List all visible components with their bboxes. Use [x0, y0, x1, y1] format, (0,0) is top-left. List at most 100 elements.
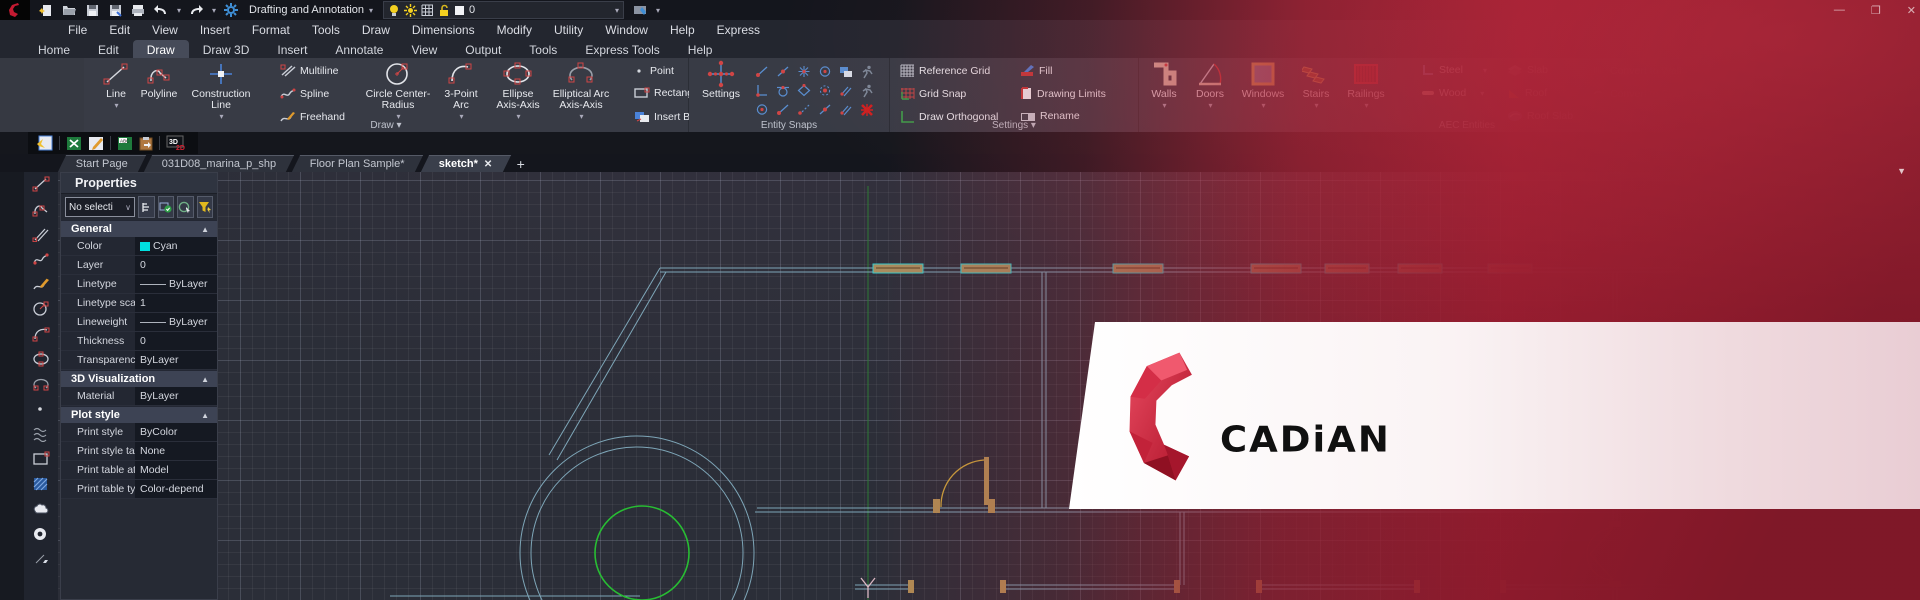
point-tool-icon[interactable] — [32, 399, 50, 419]
menu-item-view[interactable]: View — [142, 21, 188, 39]
menu-item-dimensions[interactable]: Dimensions — [402, 21, 485, 39]
multiline-button[interactable]: Multiline — [280, 64, 339, 77]
property-list-button[interactable] — [138, 196, 155, 218]
section-line-button[interactable]: Section Line — [1705, 64, 1780, 77]
construction-line-button[interactable]: Construction Line ▾ — [182, 61, 260, 122]
slab-button[interactable]: Slab — [1507, 64, 1548, 76]
filter-button[interactable] — [197, 196, 214, 218]
helix-tool-icon[interactable] — [32, 424, 50, 444]
undo-icon[interactable] — [153, 3, 169, 17]
quick-select-button[interactable] — [158, 196, 175, 218]
canvas-nav-pill[interactable] — [1853, 187, 1910, 198]
snap-apparent-intersection-icon[interactable] — [772, 100, 793, 119]
rectangle-tool-icon[interactable] — [32, 449, 50, 469]
3d-to-2d-icon[interactable]: 3D2D — [166, 135, 190, 151]
donut-tool-icon[interactable] — [32, 524, 50, 544]
line-button[interactable]: Line ▾ — [98, 61, 134, 111]
layer-on-bulb-icon[interactable] — [388, 4, 400, 17]
freehand-tool-icon[interactable] — [32, 274, 50, 294]
selection-type-dropdown[interactable]: No selecti ∨ — [65, 197, 135, 217]
circle-tool-icon[interactable] — [32, 299, 50, 319]
revision-cloud-tool-icon[interactable] — [32, 499, 50, 519]
property-row[interactable]: Thickness0 — [61, 332, 217, 351]
ribbon-tab-express-tools[interactable]: Express Tools — [571, 40, 673, 58]
menu-item-modify[interactable]: Modify — [487, 21, 542, 39]
snap-perpendicular-icon[interactable] — [751, 81, 772, 100]
drawing-limits-button[interactable]: Drawing Limits — [1020, 87, 1106, 100]
ribbon-tab-home[interactable]: Home — [24, 40, 84, 58]
menu-item-edit[interactable]: Edit — [99, 21, 140, 39]
collapse-icon[interactable]: ▲ — [201, 225, 209, 234]
spline-tool-icon[interactable] — [32, 249, 50, 269]
ribbon-tab-edit[interactable]: Edit — [84, 40, 133, 58]
entity-snaps-panel-label[interactable]: Entity Snaps — [689, 120, 889, 131]
snap-insert-icon[interactable] — [835, 62, 856, 81]
menu-item-utility[interactable]: Utility — [544, 21, 593, 39]
property-row[interactable]: Print style tableNone — [61, 442, 217, 461]
ribbon-tab-draw-3d[interactable]: Draw 3D — [189, 40, 264, 58]
property-row[interactable]: Print table typeColor-depend — [61, 480, 217, 499]
multiline-tool-icon[interactable] — [32, 224, 50, 244]
doc-tab-sketch-[interactable]: sketch*✕ — [421, 155, 511, 172]
excel-export-icon[interactable] — [66, 136, 82, 151]
walls-button[interactable]: Walls ▾ — [1143, 61, 1185, 111]
snap-node-icon[interactable] — [814, 81, 835, 100]
property-row[interactable]: MaterialByLayer — [61, 387, 217, 406]
windows-button[interactable]: Windows ▾ — [1235, 61, 1291, 111]
spline-button[interactable]: Spline — [280, 87, 329, 100]
menu-item-insert[interactable]: Insert — [190, 21, 240, 39]
elliptical-arc-tool-icon[interactable] — [32, 374, 50, 394]
layer-color-swatch[interactable] — [454, 5, 465, 16]
property-row[interactable]: Print table att...Model — [61, 461, 217, 480]
properties-title[interactable]: Properties — [61, 173, 217, 194]
menu-item-file[interactable]: File — [58, 21, 97, 39]
snap-toggle-run-icon[interactable] — [856, 81, 877, 100]
restore-button[interactable]: ❐ — [1871, 4, 1881, 17]
elliptical-arc-button[interactable]: Elliptical Arc Axis-Axis ▾ — [550, 61, 612, 122]
menu-item-draw[interactable]: Draw — [352, 21, 400, 39]
minimize-button[interactable]: — — [1834, 4, 1845, 17]
property-row[interactable]: LineweightByLayer — [61, 313, 217, 332]
redo-icon[interactable] — [188, 3, 204, 17]
highlighted-circle[interactable] — [595, 506, 689, 600]
convert-to-wall-button[interactable]: Convert to Wall — [1591, 64, 1681, 77]
workspace-selector[interactable]: Drafting and Annotation ▾ — [249, 4, 373, 16]
print-icon[interactable] — [130, 3, 146, 17]
ribbon-tab-tools[interactable]: Tools — [515, 40, 571, 58]
menu-item-window[interactable]: Window — [595, 21, 658, 39]
snap-quadrant-icon[interactable] — [793, 81, 814, 100]
steel-button[interactable]: Steel ▾ — [1421, 64, 1487, 76]
snap-clear-all-icon[interactable] — [856, 100, 877, 119]
open-file-icon[interactable] — [61, 3, 77, 17]
doc-tab-start-page[interactable]: Start Page — [58, 155, 146, 172]
snap-nearest-icon[interactable] — [856, 62, 877, 81]
arc-tool-icon[interactable] — [32, 324, 50, 344]
save-icon[interactable] — [84, 3, 100, 17]
elevation-line-button[interactable]: Elevation Line — [1705, 87, 1788, 100]
doors-button[interactable]: Doors ▾ — [1189, 61, 1231, 111]
snap-extension-icon[interactable] — [751, 100, 772, 119]
ribbon-tab-annotate[interactable]: Annotate — [321, 40, 397, 58]
close-button[interactable]: ✕ — [1907, 4, 1916, 17]
convert-to-slab-button[interactable]: Convert to Slab — [1591, 87, 1682, 100]
tab-close-icon[interactable]: ✕ — [484, 159, 492, 170]
property-row[interactable]: Layer0 — [61, 256, 217, 275]
section-header-3d-visualization[interactable]: 3D Visualization▲ — [61, 370, 217, 387]
railings-button[interactable]: Railings ▾ — [1341, 61, 1391, 111]
ribbon-collapse-icon[interactable]: ▼ — [1897, 166, 1906, 176]
select-objects-button[interactable] — [177, 196, 194, 218]
draw-panel-label[interactable]: Draw ▾ — [84, 120, 688, 131]
script-editor-icon[interactable] — [36, 135, 53, 151]
polyline-button[interactable]: Polyline — [136, 61, 182, 100]
snap-point-filter-icon[interactable] — [814, 100, 835, 119]
ellipse-tool-icon[interactable] — [32, 349, 50, 369]
spell-check-icon[interactable]: ABC — [117, 136, 133, 151]
property-row[interactable]: Linetype scale1 — [61, 294, 217, 313]
reference-grid-button[interactable]: Reference Grid — [900, 64, 990, 77]
snap-midpoint-icon[interactable] — [772, 62, 793, 81]
grid-snap-button[interactable]: Grid Snap — [900, 87, 966, 100]
new-file-icon[interactable] — [38, 3, 54, 17]
property-row[interactable]: ColorCyan — [61, 237, 217, 256]
layer-freeze-sun-icon[interactable] — [404, 4, 417, 17]
new-tab-button[interactable]: + — [517, 156, 525, 172]
